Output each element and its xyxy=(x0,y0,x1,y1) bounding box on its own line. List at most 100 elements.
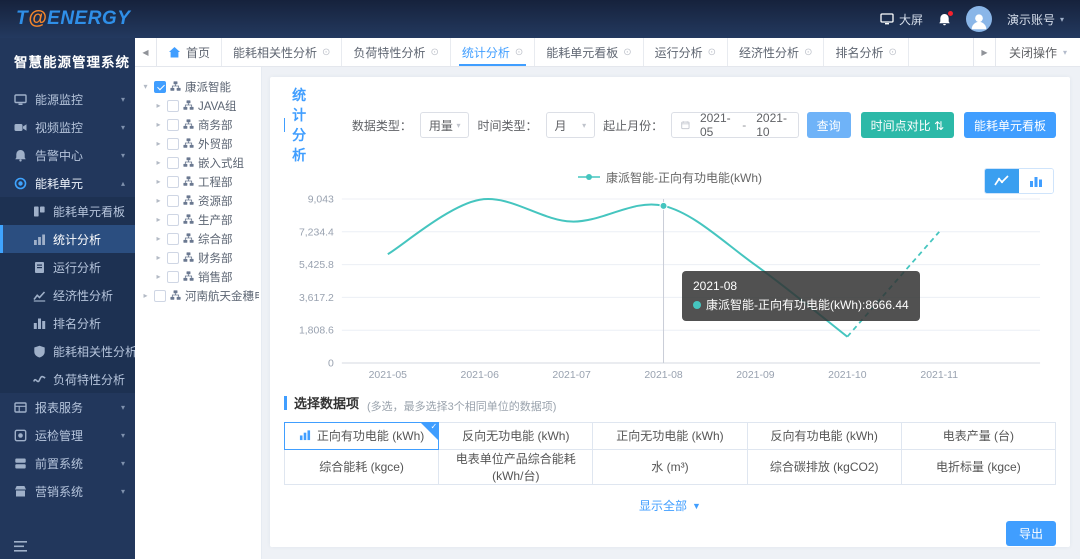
tree-node-child-8[interactable]: ▸财务部 xyxy=(141,248,259,267)
time-type-select[interactable]: 月 ▾ xyxy=(546,112,596,138)
tree-expand-arrow[interactable]: ▸ xyxy=(154,196,163,205)
sidebar-collapse-toggle[interactable] xyxy=(0,533,135,559)
tree-expand-arrow[interactable]: ▾ xyxy=(141,82,150,91)
range-start-value: 2021-05 xyxy=(700,111,732,139)
tree-checkbox[interactable] xyxy=(167,252,179,264)
tab-close-icon[interactable]: ⊙ xyxy=(804,47,812,58)
tab-2[interactable]: 统计分析⊙ xyxy=(451,38,535,66)
sidebar-item-alarm-center[interactable]: 告警中心▾ xyxy=(0,141,135,169)
tree-node-child-6[interactable]: ▸生产部 xyxy=(141,210,259,229)
tab-close-icon[interactable]: ⊙ xyxy=(623,47,631,58)
tree-checkbox[interactable] xyxy=(167,176,179,188)
tree-expand-arrow[interactable]: ▸ xyxy=(154,158,163,167)
data-item-cell-0-3[interactable]: 反向有功电能 (kWh) xyxy=(747,422,901,449)
sidebar-item-energy-correlation-analysis[interactable]: 能耗相关性分析 xyxy=(0,337,135,365)
tree-checkbox[interactable] xyxy=(167,119,179,131)
tree-node-root2[interactable]: ▸河南航天金穗电子有 xyxy=(141,286,259,305)
sidebar-item-energy-unit[interactable]: 能耗单元▴ xyxy=(0,169,135,197)
date-range-input[interactable]: 2021-05 - 2021-10 xyxy=(671,112,798,138)
tree-expand-arrow[interactable]: ▸ xyxy=(154,234,163,243)
tab-0[interactable]: 能耗相关性分析⊙ xyxy=(222,38,342,66)
tree-node-child-3[interactable]: ▸嵌入式组 xyxy=(141,153,259,172)
sidebar-item-load-characteristic-analysis[interactable]: 负荷特性分析 xyxy=(0,365,135,393)
time-point-compare-button[interactable]: 时间点对比 ⇅ xyxy=(861,112,954,138)
tree-checkbox[interactable] xyxy=(167,157,179,169)
tab-5[interactable]: 经济性分析⊙ xyxy=(728,38,824,66)
tab-close-icon[interactable]: ⊙ xyxy=(430,47,438,58)
shop-icon xyxy=(14,485,27,498)
tree-node-child-2[interactable]: ▸外贸部 xyxy=(141,134,259,153)
sidebar-item-energy-unit-kanban[interactable]: 能耗单元看板 xyxy=(0,197,135,225)
tree-checkbox[interactable] xyxy=(167,271,179,283)
tree-checkbox[interactable] xyxy=(154,290,166,302)
data-item-cell-1-0[interactable]: 综合能耗 (kgce) xyxy=(285,449,439,484)
tree-node-child-9[interactable]: ▸销售部 xyxy=(141,267,259,286)
data-type-select[interactable]: 用量 ▾ xyxy=(420,112,470,138)
sidebar-item-inspection-management[interactable]: 运检管理▾ xyxy=(0,421,135,449)
sidebar-item-marketing-system[interactable]: 营销系统▾ xyxy=(0,477,135,505)
close-operations-dropdown[interactable]: 关闭操作 ▾ xyxy=(995,38,1080,66)
tab-close-icon[interactable]: ⊙ xyxy=(708,47,716,58)
sidebar-item-report-service[interactable]: 报表服务▾ xyxy=(0,393,135,421)
tree-expand-arrow[interactable]: ▸ xyxy=(154,215,163,224)
tree-node-child-0[interactable]: ▸JAVA组 xyxy=(141,96,259,115)
tab-home[interactable]: 首页 xyxy=(157,38,222,66)
tab-scroll-left[interactable]: ◀ xyxy=(135,38,157,66)
tree-expand-arrow[interactable]: ▸ xyxy=(154,253,163,262)
tree-checkbox[interactable] xyxy=(167,195,179,207)
tree-node-child-4[interactable]: ▸工程部 xyxy=(141,172,259,191)
line-chart-toggle[interactable] xyxy=(985,169,1019,193)
tab-close-icon[interactable]: ⊙ xyxy=(515,47,523,58)
sidebar-item-video-monitoring[interactable]: 视频监控▾ xyxy=(0,113,135,141)
tree-checkbox[interactable] xyxy=(167,100,179,112)
logo: T@ENERGY xyxy=(16,8,130,30)
bar-chart-toggle[interactable] xyxy=(1019,169,1053,193)
energy-unit-kanban-button[interactable]: 能耗单元看板 xyxy=(964,112,1056,138)
tab-scroll-right[interactable]: ▶ xyxy=(973,38,995,66)
tab-4[interactable]: 运行分析⊙ xyxy=(644,38,728,66)
tree-checkbox[interactable] xyxy=(154,81,166,93)
data-item-cell-0-2[interactable]: 正向无功电能 (kWh) xyxy=(593,422,747,449)
workspace: ▾康派智能▸JAVA组▸商务部▸外贸部▸嵌入式组▸工程部▸资源部▸生产部▸综合部… xyxy=(135,67,1080,559)
avatar[interactable] xyxy=(966,6,992,32)
data-item-cell-0-1[interactable]: 反向无功电能 (kWh) xyxy=(439,422,593,449)
tree-expand-arrow[interactable]: ▸ xyxy=(154,272,163,281)
tab-close-icon[interactable]: ⊙ xyxy=(322,47,330,58)
tree-expand-arrow[interactable]: ▸ xyxy=(154,120,163,129)
data-item-cell-1-2[interactable]: 水 (m³) xyxy=(593,449,747,484)
export-button[interactable]: 导出 xyxy=(1006,521,1056,546)
tree-expand-arrow[interactable]: ▸ xyxy=(154,177,163,186)
query-button[interactable]: 查询 xyxy=(807,112,851,138)
data-item-cell-1-3[interactable]: 综合碳排放 (kgCO2) xyxy=(747,449,901,484)
sidebar-item-ranking-analysis[interactable]: 排名分析 xyxy=(0,309,135,337)
tree-expand-arrow[interactable]: ▸ xyxy=(141,291,150,300)
data-item-cell-0-0[interactable]: 正向有功电能 (kWh) xyxy=(285,422,439,449)
tree-checkbox[interactable] xyxy=(167,214,179,226)
big-screen-button[interactable]: 大屏 xyxy=(880,11,923,28)
sidebar-item-energy-monitoring[interactable]: 能源监控▾ xyxy=(0,85,135,113)
data-item-cell-1-1[interactable]: 电表单位产品综合能耗 (kWh/台) xyxy=(439,449,593,484)
account-menu[interactable]: 演示账号 ▾ xyxy=(1007,11,1064,28)
tab-close-icon[interactable]: ⊙ xyxy=(888,47,896,58)
tab-3[interactable]: 能耗单元看板⊙ xyxy=(535,38,643,66)
chart-legend[interactable]: 康派智能-正向有功电能(kWh) xyxy=(284,165,1056,189)
sidebar-item-statistical-analysis[interactable]: 统计分析 xyxy=(0,225,135,253)
sidebar-item-economic-analysis[interactable]: 经济性分析 xyxy=(0,281,135,309)
tree-node-child-7[interactable]: ▸综合部 xyxy=(141,229,259,248)
tree-expand-arrow[interactable]: ▸ xyxy=(154,139,163,148)
tree-node-child-1[interactable]: ▸商务部 xyxy=(141,115,259,134)
org-node-icon xyxy=(183,157,194,168)
tree-checkbox[interactable] xyxy=(167,138,179,150)
tree-node-child-5[interactable]: ▸资源部 xyxy=(141,191,259,210)
tree-node-root[interactable]: ▾康派智能 xyxy=(141,77,259,96)
show-all-link[interactable]: 显示全部 ▼ xyxy=(284,493,1056,519)
tree-expand-arrow[interactable]: ▸ xyxy=(154,101,163,110)
tree-checkbox[interactable] xyxy=(167,233,179,245)
data-item-cell-1-4[interactable]: 电折标量 (kgce) xyxy=(901,449,1055,484)
notification-bell-button[interactable] xyxy=(938,13,951,26)
sidebar-item-operation-analysis[interactable]: 运行分析 xyxy=(0,253,135,281)
sidebar-item-front-system[interactable]: 前置系统▾ xyxy=(0,449,135,477)
data-item-cell-0-4[interactable]: 电表产量 (台) xyxy=(901,422,1055,449)
tab-1[interactable]: 负荷特性分析⊙ xyxy=(342,38,450,66)
tab-6[interactable]: 排名分析⊙ xyxy=(824,38,908,66)
